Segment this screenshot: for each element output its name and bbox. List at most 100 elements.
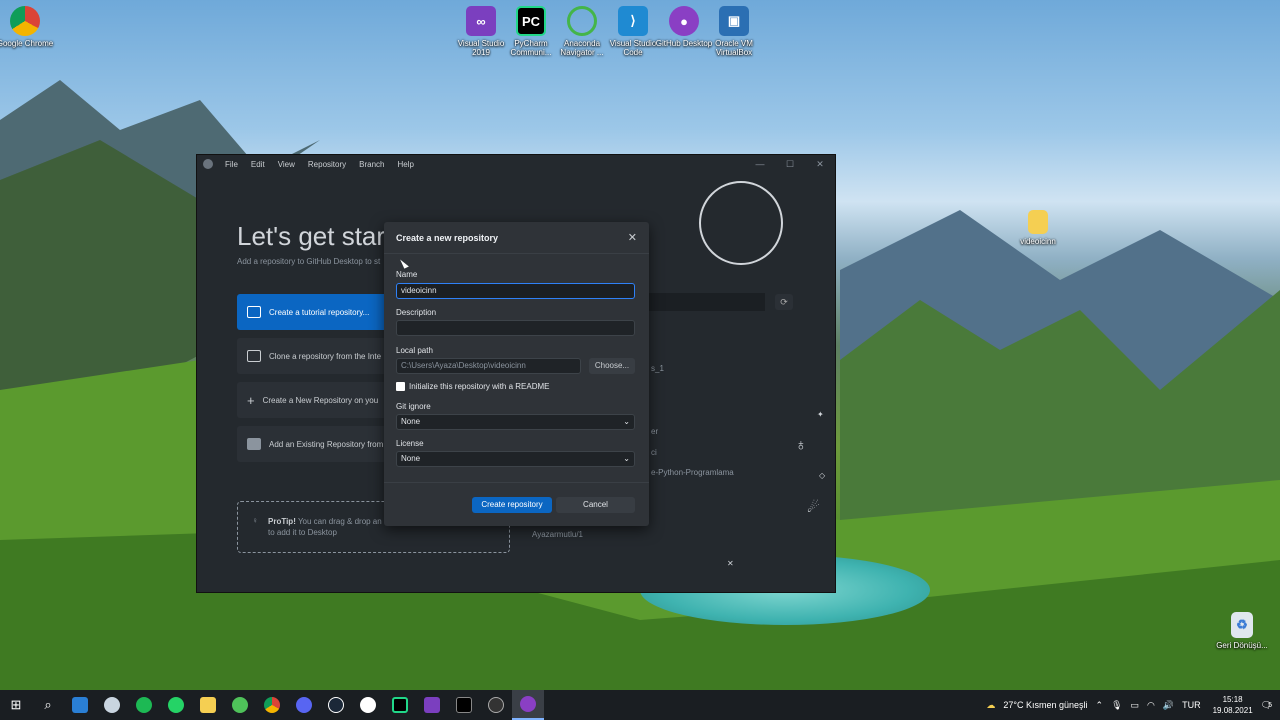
name-label: Name <box>396 270 418 279</box>
add-existing-repo-button[interactable]: Add an Existing Repository from <box>237 426 387 462</box>
lightbulb-icon: ♀ <box>252 516 258 525</box>
taskbar-steam-icon[interactable] <box>320 690 352 720</box>
repo-list-item[interactable]: e-Python-Programlama <box>651 468 734 477</box>
refresh-icon[interactable]: ⟳ <box>775 294 793 310</box>
ufo-icon: ♁ <box>795 437 807 454</box>
menu-repository[interactable]: Repository <box>308 160 346 169</box>
option-label: Add an Existing Repository from <box>269 439 384 449</box>
desktop-icon-label: videoicinn <box>1020 237 1056 246</box>
taskbar-app-icon[interactable] <box>480 690 512 720</box>
network-icon[interactable]: ▭ <box>1131 700 1140 711</box>
choose-button[interactable]: Choose... <box>589 358 635 374</box>
local-path-field[interactable]: C:\Users\Ayaza\Desktop\videoicinn <box>396 358 581 374</box>
desktop-icon-label: Oracle VM VirtualBox <box>715 39 753 57</box>
name-field[interactable]: videoicinn <box>396 283 635 299</box>
chevron-down-icon: ⌄ <box>623 417 630 426</box>
desktop-icon-virtualbox[interactable]: ▣ Oracle VM VirtualBox <box>702 6 766 57</box>
welcome-subtitle: Add a repository to GitHub Desktop to st <box>237 257 381 266</box>
taskbar-spotify-icon[interactable] <box>128 690 160 720</box>
repo-list-item[interactable]: Ayazarmutlu/1 <box>532 530 583 539</box>
notification-count: 5 <box>1268 701 1272 709</box>
maximize-icon[interactable]: ☐ <box>775 159 805 170</box>
create-new-repo-button[interactable]: + Create a New Repository on you <box>237 382 387 418</box>
description-label: Description <box>396 308 437 317</box>
license-value: None <box>401 454 421 463</box>
taskbar-file-explorer-icon[interactable] <box>192 690 224 720</box>
taskbar-mail-icon[interactable] <box>64 690 96 720</box>
virtualbox-icon: ▣ <box>719 6 749 36</box>
menu-view[interactable]: View <box>278 160 295 169</box>
desktop-icon-folder-videoicinn[interactable]: videoicinn <box>1006 210 1070 246</box>
close-icon[interactable]: ✕ <box>628 231 637 244</box>
title-bar: File Edit View Repository Branch Help — … <box>197 155 835 173</box>
taskbar-pycharm-icon[interactable] <box>384 690 416 720</box>
repo-list-item[interactable]: s_1 <box>651 364 664 373</box>
start-windows-icon[interactable]: ⊞ <box>0 690 32 720</box>
clone-repo-button[interactable]: Clone a repository from the Inte <box>237 338 387 374</box>
create-repository-dialog: Create a new repository ✕ Name videoicin… <box>384 222 649 526</box>
taskbar: ⊞ ⌕ ☁ 27°C Kısmen güneşli ⌃ 🎙 ▭ ◠ 🔊 TUR … <box>0 690 1280 720</box>
pycharm-icon: PC <box>516 6 546 36</box>
desktop-icon-label: Geri Dönüşü... <box>1216 641 1268 650</box>
cancel-button[interactable]: Cancel <box>556 497 635 513</box>
taskbar-telegram-icon[interactable] <box>224 690 256 720</box>
taskbar-discord-icon[interactable] <box>288 690 320 720</box>
weather-icon[interactable]: ☁ <box>986 700 995 711</box>
close-icon[interactable]: ✕ <box>805 159 835 170</box>
description-field[interactable] <box>396 320 635 336</box>
dialog-header: Create a new repository ✕ <box>384 222 649 254</box>
taskbar-app-icon[interactable] <box>96 690 128 720</box>
repo-list-item[interactable]: ci <box>651 448 657 457</box>
repo-filter-input[interactable] <box>649 293 765 311</box>
clock-time: 15:18 <box>1222 695 1243 704</box>
desktop-icon-recycle-bin[interactable]: ♻ Geri Dönüşü... <box>1210 612 1274 650</box>
volume-icon[interactable]: 🔊 <box>1163 700 1174 711</box>
welcome-title: Let's get star <box>237 221 386 251</box>
taskbar-xbox-icon[interactable] <box>352 690 384 720</box>
vscode-icon: ⟩ <box>618 6 648 36</box>
license-select[interactable]: None ⌄ <box>396 451 635 467</box>
system-tray: ☁ 27°C Kısmen güneşli ⌃ 🎙 ▭ ◠ 🔊 TUR 15:1… <box>978 694 1280 716</box>
desktop-icon-label: Google Chrome <box>0 39 54 48</box>
weather-text[interactable]: 27°C Kısmen güneşli <box>1003 700 1087 710</box>
language-indicator[interactable]: TUR <box>1182 700 1201 710</box>
readme-checkbox-row[interactable]: Initialize this repository with a README <box>396 382 550 391</box>
anaconda-icon <box>567 6 597 36</box>
taskbar-chrome-icon[interactable] <box>256 690 288 720</box>
menu-branch[interactable]: Branch <box>359 160 384 169</box>
taskbar-unity-icon[interactable] <box>448 690 480 720</box>
menu-file[interactable]: File <box>225 160 238 169</box>
protip-text: You can drag & drop an <box>297 517 382 526</box>
github-logo-icon <box>203 159 213 169</box>
clock[interactable]: 15:18 19.08.2021 <box>1213 694 1253 716</box>
clone-icon <box>247 350 261 362</box>
chevron-down-icon: ⌄ <box>623 454 630 463</box>
dialog-footer: Create repository Cancel <box>384 482 649 526</box>
microphone-icon[interactable]: 🎙 <box>1111 700 1122 711</box>
repo-list-item[interactable]: er <box>651 427 658 436</box>
create-repository-button[interactable]: Create repository <box>472 497 552 513</box>
create-tutorial-repo-button[interactable]: Create a tutorial repository... <box>237 294 387 330</box>
star-icon: ✦ <box>817 410 824 419</box>
desktop-icon-chrome[interactable]: Google Chrome <box>0 6 57 48</box>
gitignore-select[interactable]: None ⌄ <box>396 414 635 430</box>
chrome-icon <box>10 6 40 36</box>
plus-icon: + <box>247 392 255 408</box>
menu-help[interactable]: Help <box>398 160 414 169</box>
folder-icon <box>1028 210 1048 234</box>
local-path-label: Local path <box>396 346 433 355</box>
option-label: Create a tutorial repository... <box>269 307 370 317</box>
taskbar-visual-studio-icon[interactable] <box>416 690 448 720</box>
wifi-icon[interactable]: ◠ <box>1147 700 1155 711</box>
star-icon: ✕ <box>727 559 734 568</box>
taskbar-whatsapp-icon[interactable] <box>160 690 192 720</box>
chevron-up-icon[interactable]: ⌃ <box>1096 700 1104 711</box>
menu-edit[interactable]: Edit <box>251 160 265 169</box>
taskbar-github-desktop-icon[interactable] <box>512 690 544 720</box>
search-icon[interactable]: ⌕ <box>32 690 64 720</box>
readme-checkbox[interactable] <box>396 382 405 391</box>
planet-illustration-icon <box>699 181 783 265</box>
option-label: Create a New Repository on you <box>262 395 379 405</box>
rocket-icon: ☄ <box>807 499 820 515</box>
minimize-icon[interactable]: — <box>745 159 775 170</box>
